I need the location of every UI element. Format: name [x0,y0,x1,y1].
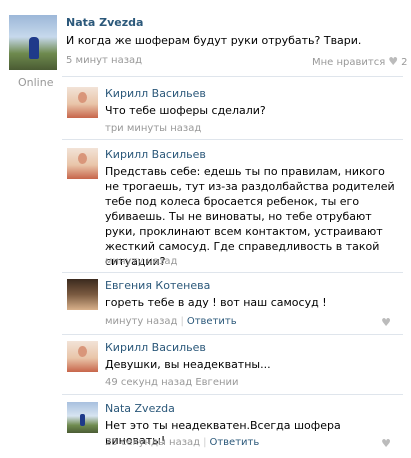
comment-meta: 23 секунды назад | Ответить [105,437,260,448]
comment-author[interactable]: Евгения Котенева [105,279,210,292]
comment-avatar[interactable] [67,402,98,433]
heart-icon[interactable]: ♥ [381,316,391,329]
comment-author[interactable]: Кирилл Васильев [105,87,206,100]
comment-item: Кирилл Васильев Девушки, вы неадекватны.… [62,339,403,391]
comment-text: Что тебе шоферы сделали? [105,104,266,117]
divider [62,139,403,140]
like-button[interactable]: Мне нравится ♥ 2 [312,55,408,68]
like-count: 2 [401,57,408,68]
post-text: И когда же шоферам будут руки отрубать? … [66,34,362,47]
comment-timestamp[interactable]: три минуты назад [105,123,201,134]
like-label: Мне нравится [312,57,386,68]
comment-text: гореть тебе в аду ! вот наш самосуд ! [105,296,327,309]
post-timestamp[interactable]: 5 минут назад [66,55,142,66]
comment-timestamp[interactable]: 23 секунды назад [105,437,200,448]
comment-avatar[interactable] [67,279,98,310]
post-author-avatar[interactable] [9,15,57,70]
comment-text: Девушки, вы неадекватны... [105,358,271,371]
comment-avatar[interactable] [67,148,98,179]
comment-author[interactable]: Кирилл Васильев [105,341,206,354]
post-author-name[interactable]: Nata Zvezda [66,16,143,29]
comment-timestamp[interactable]: минуту назад [105,256,177,267]
comment-timestamp[interactable]: минуту назад [105,316,177,327]
comment-meta: минуту назад | Ответить [105,316,237,327]
divider [62,76,403,77]
comment-item: Кирилл Васильев Что тебе шоферы сделали?… [62,85,403,135]
comment-author[interactable]: Nata Zvezda [105,402,175,415]
comment-item: Nata Zvezda Нет это ты неадекватен.Всегд… [62,400,403,454]
comment-avatar[interactable] [67,87,98,118]
comment-item: Кирилл Васильев Представь себе: едешь ты… [62,146,403,271]
heart-icon[interactable]: ♥ [381,437,391,450]
divider [62,334,403,335]
comment-author[interactable]: Кирилл Васильев [105,148,206,161]
comment-item: Евгения Котенева гореть тебе в аду ! вот… [62,277,403,329]
comment-timestamp[interactable]: 49 секунд назад Евгении [105,377,239,388]
reply-link[interactable]: Ответить [187,316,237,327]
divider [62,272,403,273]
divider [62,394,403,395]
comment-avatar[interactable] [67,341,98,372]
comment-text: Представь себе: едешь ты по правилам, ни… [105,165,395,268]
online-status: Online [18,76,54,89]
heart-icon: ♥ [388,55,399,68]
main-post: Online Nata Zvezda И когда же шоферам бу… [0,0,411,89]
reply-link[interactable]: Ответить [209,437,259,448]
